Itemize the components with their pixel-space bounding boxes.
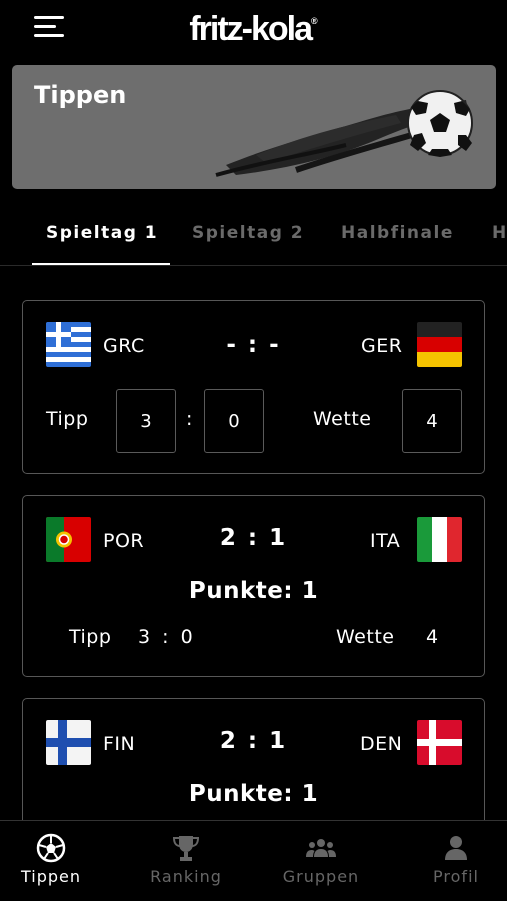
- tipp-value: 3 : 0: [138, 626, 196, 648]
- points-text: Punkte: 1: [188, 578, 319, 604]
- tipp-home-input[interactable]: 3: [116, 389, 176, 453]
- tab-spieltag-2[interactable]: Spieltag 2: [192, 223, 304, 243]
- match-score: 2 : 1: [219, 728, 288, 754]
- tab-partial[interactable]: H: [492, 223, 507, 243]
- nav-label: Profil: [433, 867, 479, 886]
- match-card[interactable]: POR 2 : 1 ITA Punkte: 1 Tipp 3 : 0 Wette…: [22, 495, 485, 677]
- page-banner: Tippen: [12, 65, 496, 189]
- match-score: 2 : 1: [219, 525, 288, 551]
- matchday-tabs: Spieltag 1 Spieltag 2 Halbfinale H: [0, 205, 507, 267]
- tipp-away-input[interactable]: 0: [204, 389, 264, 453]
- tab-spieltag-1[interactable]: Spieltag 1: [46, 223, 158, 243]
- page-title: Tippen: [34, 81, 127, 109]
- divider: [0, 265, 507, 266]
- trophy-icon: [172, 836, 200, 861]
- nav-label: Tippen: [20, 867, 82, 886]
- person-icon: [445, 836, 467, 860]
- italy-flag-icon: [417, 517, 462, 562]
- wette-label: Wette: [313, 408, 372, 430]
- denmark-flag-icon: [417, 720, 462, 765]
- nav-label: Gruppen: [282, 867, 360, 886]
- nav-label: Ranking: [150, 867, 222, 886]
- nav-ranking[interactable]: Ranking: [123, 821, 249, 901]
- brush-stroke-art: [215, 90, 473, 177]
- nav-gruppen[interactable]: Gruppen: [258, 821, 384, 901]
- wette-input[interactable]: 4: [402, 389, 462, 453]
- tipp-label: Tipp: [46, 408, 89, 430]
- tipp-label: Tipp: [69, 626, 112, 648]
- nav-tippen[interactable]: Tippen: [0, 821, 102, 901]
- brand-logo: fritz-kola®: [189, 10, 318, 48]
- away-team-code: ITA: [370, 530, 401, 552]
- points-text: Punkte: 1: [188, 781, 319, 807]
- soccer-ball-icon: [36, 833, 66, 863]
- germany-flag-icon: [417, 322, 462, 367]
- wette-value: 4: [426, 626, 439, 648]
- nav-profil[interactable]: Profil: [393, 821, 507, 901]
- bottom-navigation: Tippen Ranking Gruppen Profil: [0, 820, 507, 901]
- tab-halbfinale[interactable]: Halbfinale: [341, 223, 454, 243]
- away-team-code: DEN: [360, 733, 403, 755]
- match-score: - : -: [226, 332, 281, 358]
- tipp-separator: :: [186, 408, 193, 430]
- match-card[interactable]: GRC - : - GER Tipp 3 : 0 Wette 4: [22, 300, 485, 474]
- top-bar: fritz-kola®: [0, 0, 507, 62]
- away-team-code: GER: [361, 335, 403, 357]
- wette-label: Wette: [336, 626, 395, 648]
- group-icon: [306, 839, 336, 857]
- soccer-ball-icon: [407, 90, 473, 157]
